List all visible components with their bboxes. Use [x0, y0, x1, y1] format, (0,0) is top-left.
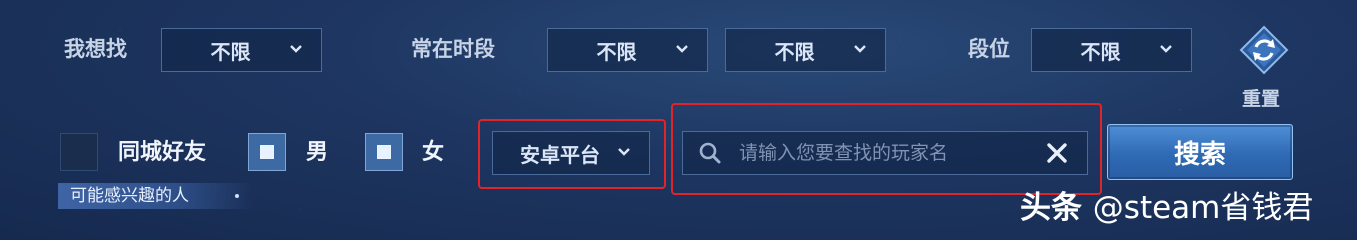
female-label: 女: [422, 140, 445, 165]
reset-label[interactable]: 重置: [1242, 84, 1280, 111]
rank-value: 不限: [1080, 39, 1121, 64]
active-time-end-dropdown[interactable]: 不限: [725, 28, 886, 72]
looking-for-label: 我想找: [64, 37, 127, 61]
checkbox-check-mark: [377, 145, 391, 159]
watermark-handle: @steam省钱君: [1092, 190, 1314, 226]
active-time-end-value: 不限: [774, 39, 815, 64]
female-checkbox[interactable]: [365, 133, 403, 171]
same-city-checkbox[interactable]: [60, 133, 98, 171]
rank-dropdown[interactable]: 不限: [1031, 28, 1192, 72]
male-label: 男: [306, 140, 329, 165]
checkbox-check-mark: [260, 145, 274, 159]
sparkle-icon: [235, 194, 239, 198]
active-time-label: 常在时段: [411, 37, 495, 61]
same-city-label: 同城好友: [118, 140, 207, 165]
looking-for-dropdown[interactable]: 不限: [161, 28, 322, 72]
chevron-down-icon: [676, 45, 688, 53]
search-highlight-box: [671, 103, 1102, 195]
banner-label: 可能感兴趣的人: [70, 186, 189, 206]
active-time-start-value: 不限: [596, 39, 637, 64]
chevron-down-icon: [290, 45, 302, 53]
looking-for-value: 不限: [210, 39, 251, 64]
recommended-people-banner[interactable]: 可能感兴趣的人: [58, 183, 254, 209]
chevron-down-icon: [854, 45, 866, 53]
platform-highlight-box: [478, 119, 666, 189]
rank-label: 段位: [968, 37, 1010, 61]
chevron-down-icon: [1160, 45, 1172, 53]
male-checkbox[interactable]: [248, 133, 286, 171]
active-time-start-dropdown[interactable]: 不限: [547, 28, 708, 72]
refresh-icon[interactable]: [1239, 25, 1289, 75]
watermark-source: 头条: [1020, 190, 1082, 226]
watermark: 头条 @steam省钱君: [1020, 193, 1313, 224]
search-button[interactable]: 搜索: [1107, 124, 1293, 180]
